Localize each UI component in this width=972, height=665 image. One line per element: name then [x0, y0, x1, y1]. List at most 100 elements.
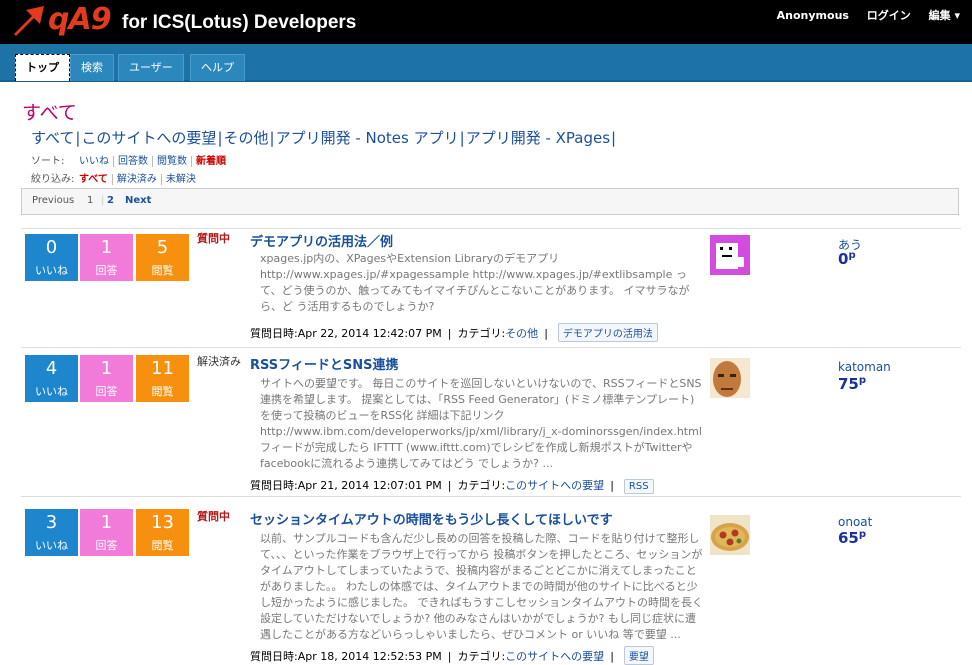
asked-label: 質問日時: — [250, 327, 298, 340]
answers-label: 回答 — [95, 264, 118, 277]
question-title[interactable]: RSSフィードとSNS連携 — [250, 354, 399, 373]
views-count-box: 11 閲覧 — [136, 355, 189, 402]
top-links: Anonymous ログイン 編集 ▾ — [763, 7, 960, 23]
tab-help[interactable]: ヘルプ — [190, 54, 245, 81]
question-meta: 質問日時:Apr 22, 2014 12:42:07 PM | カテゴリ:その他 | デ… — [250, 323, 658, 342]
asked-label: 質問日時: — [250, 479, 298, 492]
answers-count-box: 1 回答 — [80, 234, 133, 281]
category-site-requests[interactable]: このサイトへの要望 — [81, 129, 216, 147]
category-xpages[interactable]: アプリ開発 - XPages — [466, 129, 610, 147]
filter-unresolved[interactable]: 未解決 — [160, 174, 200, 185]
question-title[interactable]: セッションタイムアウトの時間をもう少し長くしてほしいです — [250, 509, 613, 528]
question-item: 3 いいね 1 回答 13 閲覧 質問中 セッションタイムアウトの時間をもう少し… — [21, 496, 961, 665]
category-label: カテゴリ: — [457, 327, 506, 340]
asked-date: Apr 21, 2014 12:07:01 PM — [297, 479, 442, 492]
sort-views[interactable]: 閲覧数 — [152, 156, 191, 167]
sort-newest[interactable]: 新着順 — [191, 156, 230, 167]
views-count-box: 5 閲覧 — [136, 234, 189, 281]
user-points: 75p — [838, 375, 867, 393]
tab-top[interactable]: トップ — [15, 54, 70, 81]
asked-label: 質問日時: — [250, 650, 298, 663]
filter-row: 絞り込み: すべて 解決済み 未解決 — [31, 170, 200, 185]
sort-label: ソート: — [31, 156, 65, 167]
answers-count-box: 1 回答 — [80, 509, 133, 556]
category-notes-apps[interactable]: アプリ開発 - Notes アプリ — [276, 129, 459, 147]
question-status: 解決済み — [197, 355, 241, 368]
question-meta: 質問日時:Apr 18, 2014 12:52:53 PM | カテゴリ:このサイト… — [250, 646, 654, 665]
likes-label: いいね — [35, 264, 68, 277]
face-avatar[interactable] — [710, 358, 750, 398]
question-meta: 質問日時:Apr 21, 2014 12:07:01 PM | カテゴリ:このサイト… — [250, 477, 654, 494]
answers-count-box: 1 回答 — [80, 355, 133, 402]
views-count-box: 13 閲覧 — [136, 509, 189, 556]
filter-label: 絞り込み: — [31, 174, 75, 185]
views-label: 閲覧 — [151, 385, 174, 398]
user-name[interactable]: katoman — [838, 360, 891, 374]
pizza-avatar[interactable] — [710, 515, 750, 555]
top-bar: qA9 for ICS(Lotus) Developers Anonymous … — [0, 0, 972, 44]
pager-divider: | — [101, 195, 105, 206]
sort-answers[interactable]: 回答数 — [113, 156, 152, 167]
views-count: 11 — [151, 358, 174, 379]
sort-likes[interactable]: いいね — [75, 156, 113, 167]
category-other[interactable]: その他 — [224, 129, 269, 147]
tab-users[interactable]: ユーザー — [118, 54, 184, 81]
category-label: カテゴリ: — [457, 479, 506, 492]
question-status: 質問中 — [197, 232, 230, 245]
edit-menu[interactable]: 編集 ▾ — [929, 9, 960, 22]
question-status: 質問中 — [197, 510, 230, 523]
views-label: 閲覧 — [151, 264, 174, 277]
page-title: すべて — [22, 102, 77, 124]
logo-arrow-icon — [14, 6, 44, 36]
likes-count: 3 — [45, 512, 58, 533]
answers-count: 1 — [100, 237, 113, 258]
question-tag[interactable]: 要望 — [623, 646, 654, 665]
category-label: カテゴリ: — [457, 650, 506, 663]
question-excerpt: サイトへの要望です。 毎日このサイトを巡回しないといけないので、RSSフィードと… — [260, 377, 702, 470]
site-subtitle: for ICS(Lotus) Developers — [122, 12, 357, 33]
question-category[interactable]: その他 — [505, 327, 538, 340]
pixel-cat-avatar[interactable] — [710, 235, 750, 275]
question-category[interactable]: このサイトへの要望 — [505, 650, 604, 663]
answers-count: 1 — [100, 358, 113, 379]
pager-previous[interactable]: Previous — [32, 195, 74, 206]
pager: Previous 1 | 2 Next — [21, 188, 959, 215]
anonymous-user-link[interactable]: Anonymous — [777, 9, 849, 22]
question-category[interactable]: このサイトへの要望 — [505, 479, 604, 492]
question-excerpt: xpages.jp内の、XPagesやExtension Libraryのデモア… — [260, 252, 690, 313]
question-excerpt: 以前、サンプルコードも含んだ少し長めの回答を投稿した際、コードを貼り付けて整形し… — [260, 532, 703, 641]
views-count: 13 — [151, 512, 174, 533]
question-tag[interactable]: デモアプリの活用法 — [557, 323, 658, 342]
site-logo[interactable]: qA9 — [48, 2, 112, 37]
views-count: 5 — [156, 237, 169, 258]
answers-label: 回答 — [95, 385, 118, 398]
tab-search[interactable]: 検索 — [70, 54, 114, 81]
asked-date: Apr 18, 2014 12:52:53 PM — [297, 650, 442, 663]
user-points: 65p — [838, 529, 867, 547]
pager-page-2[interactable]: 2 — [107, 195, 114, 206]
answers-label: 回答 — [95, 539, 118, 552]
answers-count: 1 — [100, 512, 113, 533]
likes-count-box: 3 いいね — [25, 509, 78, 556]
views-label: 閲覧 — [151, 539, 174, 552]
pager-page-1[interactable]: 1 — [87, 195, 93, 206]
user-name[interactable]: onoat — [838, 515, 872, 529]
user-points: 0p — [838, 250, 856, 268]
question-title[interactable]: デモアプリの活用法／例 — [250, 231, 393, 250]
likes-count: 0 — [45, 237, 58, 258]
filter-all[interactable]: すべて — [75, 174, 112, 185]
likes-count: 4 — [45, 358, 58, 379]
category-links: すべて|このサイトへの要望|その他|アプリ開発 - Notes アプリ|アプリ開… — [31, 129, 617, 147]
likes-label: いいね — [35, 385, 68, 398]
sort-row: ソート: いいね 回答数 閲覧数 新着順 — [31, 152, 230, 167]
likes-label: いいね — [35, 539, 68, 552]
question-item: 0 いいね 1 回答 5 閲覧 質問中 デモアプリの活用法／例 xpages.j… — [21, 228, 961, 347]
filter-resolved[interactable]: 解決済み — [111, 174, 161, 185]
likes-count-box: 4 いいね — [25, 355, 78, 402]
login-link[interactable]: ログイン — [867, 9, 911, 22]
question-tag[interactable]: RSS — [623, 479, 654, 494]
pager-next[interactable]: Next — [125, 195, 151, 206]
question-item: 4 いいね 1 回答 11 閲覧 解決済み RSSフィードとSNS連携 サイトへ… — [21, 347, 961, 495]
likes-count-box: 0 いいね — [25, 234, 78, 281]
category-all[interactable]: すべて — [31, 129, 74, 147]
